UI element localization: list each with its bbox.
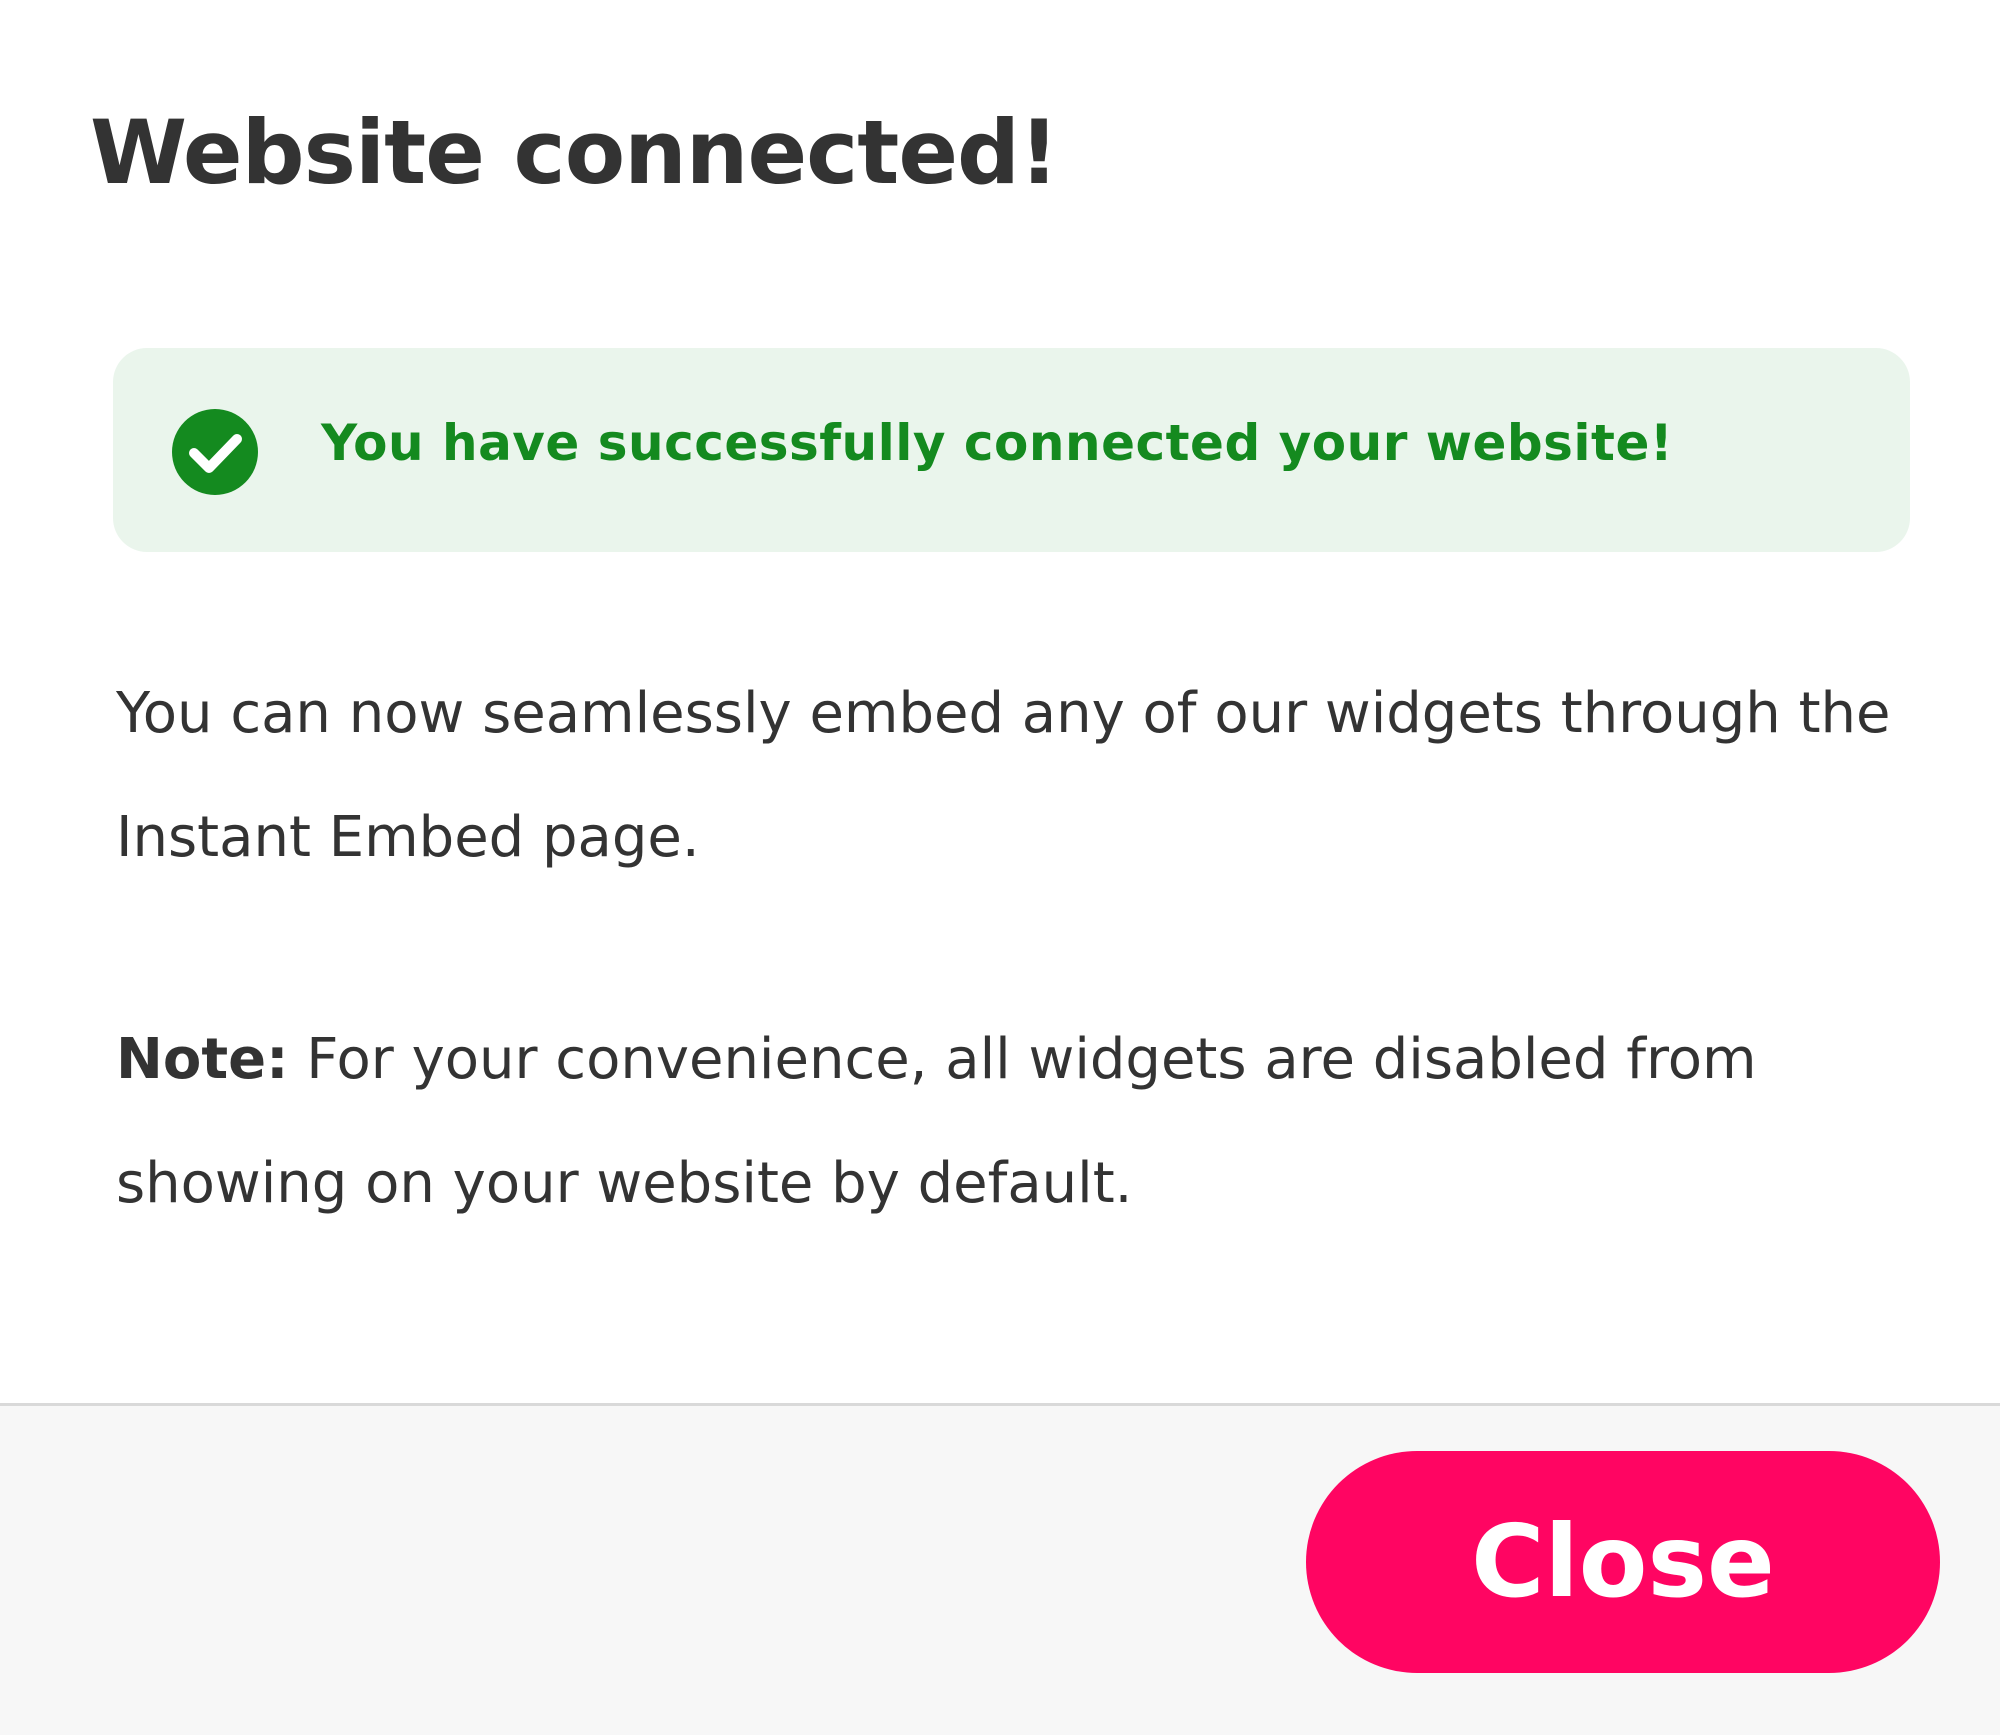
dialog-title: Website connected!	[90, 101, 1059, 204]
close-button[interactable]: Close	[1306, 1451, 1940, 1673]
note-label: Note:	[116, 1027, 289, 1092]
connection-dialog: Website connected! You have successfully…	[0, 0, 2000, 1735]
success-alert: You have successfully connected your web…	[113, 348, 1910, 552]
body-text: You can now seamlessly embed any of our …	[116, 681, 1891, 870]
check-circle-icon	[171, 408, 259, 496]
note-text: For your convenience, all widgets are di…	[116, 1027, 1757, 1216]
success-message: You have successfully connected your web…	[321, 414, 1674, 472]
dialog-footer: Close	[0, 1406, 2000, 1735]
note-paragraph: Note: For your convenience, all widgets …	[116, 998, 1916, 1246]
dialog-body: Website connected! You have successfully…	[0, 0, 2000, 1403]
